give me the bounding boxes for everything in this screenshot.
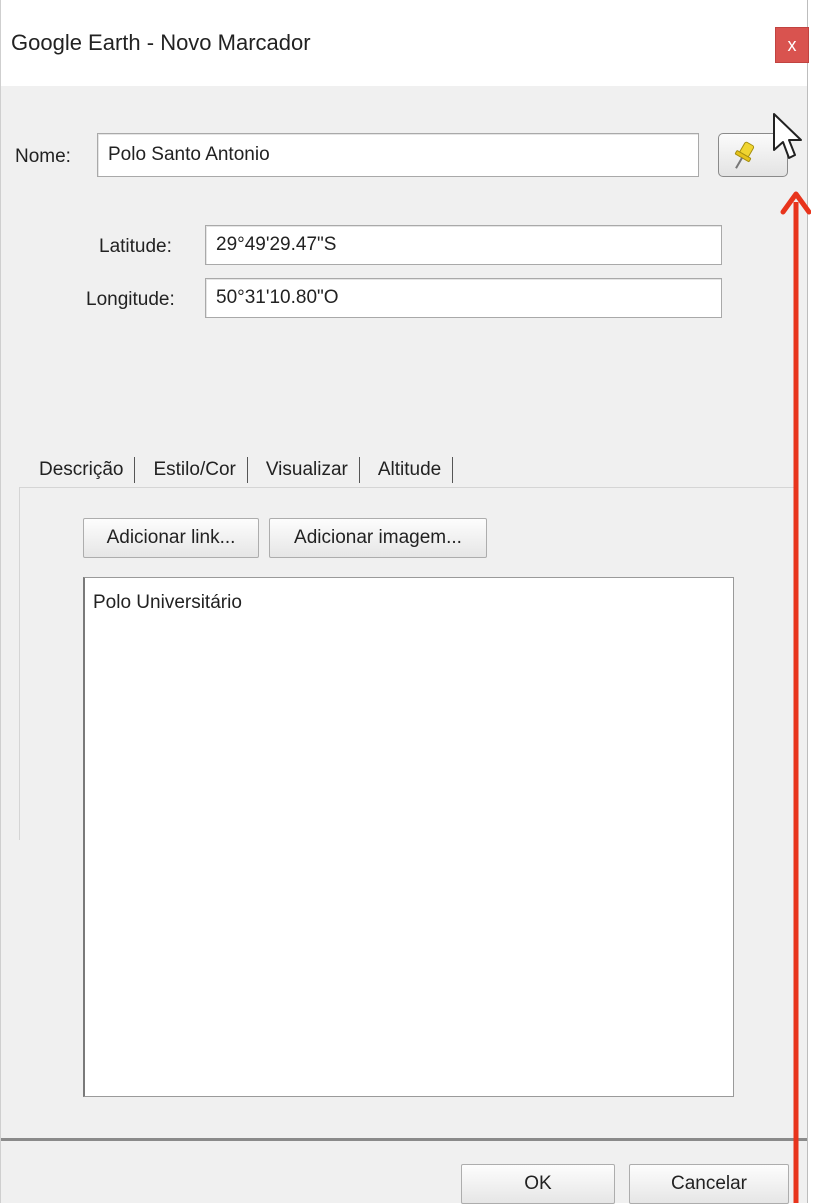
tab-label: Estilo/Cor [153, 459, 236, 480]
tab-strip: Descrição Estilo/Cor Visualizar Altitude [21, 447, 454, 489]
tab-label: Visualizar [265, 459, 348, 480]
tab-label: Altitude [377, 459, 442, 480]
up-arrow-annotation-icon [780, 191, 811, 1203]
add-link-button[interactable]: Adicionar link... [83, 518, 259, 558]
tab-view[interactable]: Visualizar [248, 447, 360, 489]
ok-button[interactable]: OK [461, 1164, 615, 1204]
mouse-cursor-icon [773, 113, 802, 159]
add-image-button[interactable]: Adicionar imagem... [269, 518, 487, 558]
longitude-label: Longitude: [86, 289, 175, 310]
tab-separator [452, 457, 454, 483]
tab-style-color[interactable]: Estilo/Cor [135, 447, 248, 489]
longitude-field[interactable]: 50°31'10.80"O [205, 278, 722, 318]
window-title: Google Earth - Novo Marcador [11, 30, 311, 55]
new-placemark-dialog: Google Earth - Novo Marcador x Nome: Pol… [0, 0, 811, 1204]
name-field[interactable]: Polo Santo Antonio [97, 133, 699, 177]
cancel-button[interactable]: Cancelar [629, 1164, 789, 1204]
tab-description[interactable]: Descrição [21, 447, 136, 489]
title-bar: Google Earth - Novo Marcador x [1, 0, 809, 86]
tab-label: Descrição [39, 459, 124, 480]
footer-divider [1, 1138, 807, 1141]
name-label: Nome: [15, 146, 71, 167]
description-textarea[interactable]: Polo Universitário [83, 577, 734, 1097]
tab-altitude[interactable]: Altitude [360, 447, 454, 489]
close-button[interactable]: x [775, 27, 809, 63]
latitude-label: Latitude: [99, 236, 172, 257]
latitude-field[interactable]: 29°49'29.47"S [205, 225, 722, 265]
